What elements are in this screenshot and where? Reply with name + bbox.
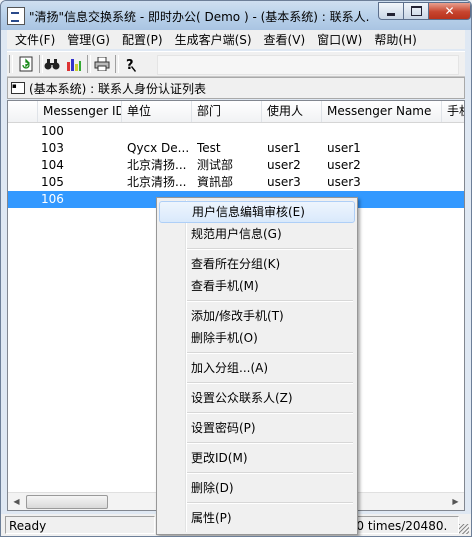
menu-separator: [187, 248, 353, 250]
menu-item-add-mobile[interactable]: 添加/修改手机(T): [159, 305, 355, 327]
cell-unit: Qycx De...: [127, 141, 190, 155]
find-icon[interactable]: [43, 55, 61, 73]
svg-text:?: ?: [126, 58, 134, 72]
column-header-blank[interactable]: [8, 101, 38, 122]
scrollbar-thumb[interactable]: [26, 495, 108, 509]
app-icon: [7, 7, 25, 25]
menu-manage[interactable]: 管理(G): [61, 31, 116, 48]
document-icon: ▪: [11, 82, 25, 94]
cell-user: user1: [267, 141, 301, 155]
help-icon[interactable]: ?: [121, 55, 139, 73]
cell-user: user2: [267, 158, 301, 172]
print-icon[interactable]: [93, 55, 111, 73]
panel-title: (基本系统) : 联系人身份认证列表: [29, 81, 207, 96]
status-ready: Ready: [5, 516, 155, 534]
status-counter: d 0 times/20480.: [341, 516, 459, 534]
menu-config[interactable]: 配置(P): [116, 31, 169, 48]
menu-view[interactable]: 查看(V): [258, 31, 312, 48]
close-icon: ✕: [444, 4, 455, 18]
cell-unit: 北京清扬...: [127, 158, 187, 172]
context-menu: 用户信息编辑审核(E) 规范用户信息(G) 查看所在分组(K) 查看手机(M) …: [156, 197, 358, 535]
menu-help[interactable]: 帮助(H): [368, 31, 422, 48]
menu-item-delete[interactable]: 删除(D): [159, 477, 355, 499]
menu-item-change-id[interactable]: 更改ID(M): [159, 447, 355, 469]
column-header-messenger-id[interactable]: Messenger ID: [38, 101, 122, 122]
column-header-messenger-name[interactable]: Messenger Name: [322, 101, 442, 122]
table-row[interactable]: 103 Qycx De... Test user1 user1: [8, 140, 464, 157]
cell-messenger-name: user2: [327, 158, 361, 172]
toolbar-separator: [87, 55, 91, 73]
cell-id: 100: [41, 124, 64, 138]
cell-id: 105: [41, 175, 64, 189]
column-header-user[interactable]: 使用人: [262, 101, 322, 122]
menu-bar: 文件(F) 管理(G) 配置(P) 生成客户端(S) 查看(V) 窗口(W) 帮…: [7, 30, 465, 49]
table-row[interactable]: 105 北京清扬... 資訊部 user3 user3: [8, 174, 464, 191]
menu-file[interactable]: 文件(F): [7, 31, 61, 48]
cell-unit: 北京清扬...: [127, 175, 187, 189]
menu-separator: [187, 412, 353, 414]
menu-item-set-password[interactable]: 设置密码(P): [159, 417, 355, 439]
scroll-right-icon[interactable]: ▶: [447, 493, 464, 510]
minimize-button[interactable]: [378, 2, 404, 20]
cell-id: 103: [41, 141, 64, 155]
cell-messenger-name: user3: [327, 175, 361, 189]
window-title: "清扬"信息交换系统 - 即时办公( Demo ) - (基本系统) : 联系人…: [29, 10, 369, 24]
maximize-icon: [410, 6, 422, 16]
menu-separator: [187, 472, 353, 474]
menu-item-view-groups[interactable]: 查看所在分组(K): [159, 253, 355, 275]
cell-department: 資訊部: [197, 175, 234, 189]
cell-id: 104: [41, 158, 64, 172]
column-header-unit[interactable]: 单位: [122, 101, 192, 122]
menu-item-join-group[interactable]: 加入分组...(A): [159, 357, 355, 379]
cell-messenger-name: user1: [327, 141, 361, 155]
menu-item-edit-review[interactable]: 用户信息编辑审核(E): [159, 201, 355, 223]
cell-user: user3: [267, 175, 301, 189]
refresh-icon[interactable]: [17, 55, 35, 73]
menu-item-delete-mobile[interactable]: 删除手机(O): [159, 327, 355, 349]
cell-department: 测试部: [197, 158, 234, 172]
maximize-button[interactable]: [403, 2, 429, 20]
menu-separator: [187, 382, 353, 384]
main-window: "清扬"信息交换系统 - 即时办公( Demo ) - (基本系统) : 联系人…: [0, 0, 472, 537]
toolbar-grip: [9, 55, 13, 73]
menu-separator: [187, 502, 353, 504]
cell-department: Test: [197, 141, 221, 155]
menu-separator: [187, 300, 353, 302]
resize-grip-icon[interactable]: [459, 524, 469, 534]
column-header-mobile[interactable]: 手机: [442, 101, 464, 122]
column-header-department[interactable]: 部门: [192, 101, 262, 122]
toolbar: ?: [7, 51, 465, 77]
toolbar-empty-area: [157, 55, 459, 75]
table-row[interactable]: 100: [8, 123, 464, 140]
list-header: Messenger ID 单位 部门 使用人 Messenger Name 手机: [8, 101, 464, 123]
table-row[interactable]: 104 北京清扬... 测试部 user2 user2: [8, 157, 464, 174]
menu-item-set-public-contact[interactable]: 设置公众联系人(Z): [159, 387, 355, 409]
close-button[interactable]: ✕: [428, 2, 471, 20]
menu-separator: [187, 442, 353, 444]
menu-item-normalize-info[interactable]: 规范用户信息(G): [159, 223, 355, 245]
menu-generate-client[interactable]: 生成客户端(S): [169, 31, 258, 48]
title-bar[interactable]: "清扬"信息交换系统 - 即时办公( Demo ) - (基本系统) : 联系人…: [1, 1, 471, 30]
menu-window[interactable]: 窗口(W): [311, 31, 368, 48]
scroll-left-icon[interactable]: ◀: [8, 493, 25, 510]
toolbar-separator: [115, 55, 119, 73]
cell-id: 106: [41, 192, 64, 206]
menu-item-view-mobile[interactable]: 查看手机(M): [159, 275, 355, 297]
minimize-icon: [387, 12, 395, 16]
menu-separator: [187, 352, 353, 354]
menu-item-properties[interactable]: 属性(P): [159, 507, 355, 529]
panel-title-bar: ▪ (基本系统) : 联系人身份认证列表: [7, 77, 465, 99]
chart-icon[interactable]: [65, 55, 83, 73]
